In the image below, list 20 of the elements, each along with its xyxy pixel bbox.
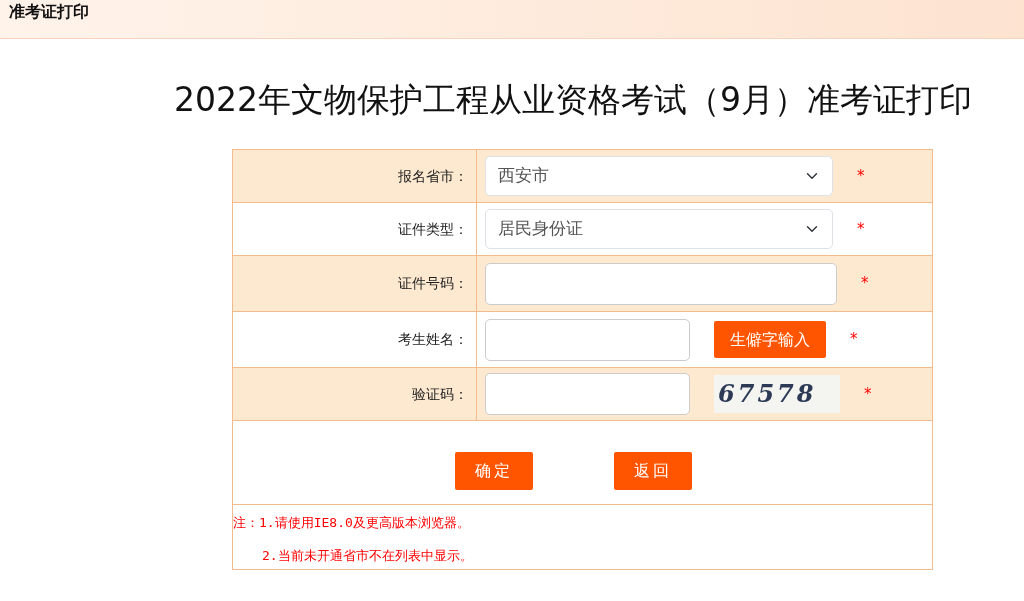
- select-field[interactable]: 居民身份证: [485, 209, 833, 249]
- field-label: 考生姓名：: [398, 331, 468, 347]
- select-field[interactable]: 西安市: [485, 156, 833, 196]
- page-title: 2022年文物保护工程从业资格考试（9月）准考证打印: [174, 80, 972, 119]
- field-label: 证件类型：: [398, 220, 468, 237]
- required-mark: *: [850, 329, 858, 351]
- note-text: 注：1.请使用IE8.0及更高版本浏览器。: [233, 514, 471, 532]
- captcha-image[interactable]: 67578: [714, 375, 840, 413]
- note-text: 2.当前未开通省市不在列表中显示。: [261, 546, 474, 565]
- field-label: 报名省市：: [398, 167, 468, 184]
- required-mark: *: [864, 383, 872, 405]
- required-mark: *: [857, 165, 865, 187]
- input-field[interactable]: [485, 262, 837, 305]
- required-mark: *: [861, 273, 869, 295]
- input-field[interactable]: [485, 373, 690, 415]
- required-mark: *: [857, 218, 865, 240]
- field-label: 证件号码：: [398, 275, 468, 291]
- input-field[interactable]: [485, 318, 690, 361]
- field-label: 验证码：: [412, 385, 468, 402]
- header-title: 准考证打印: [9, 2, 89, 21]
